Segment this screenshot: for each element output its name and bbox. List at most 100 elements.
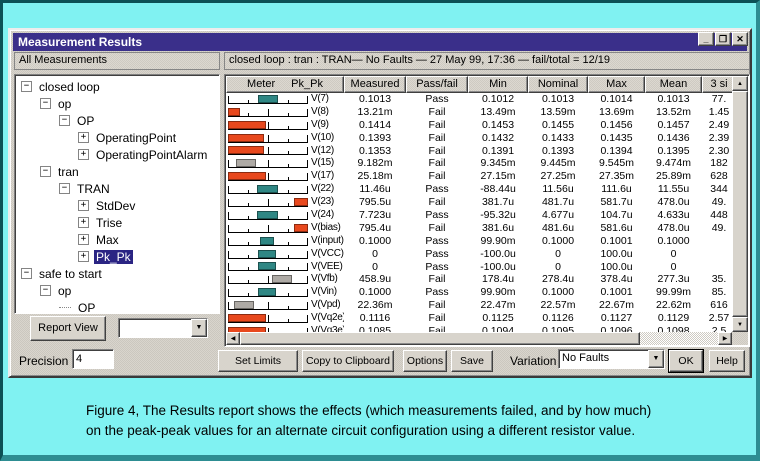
table-rows: V(7)0.1013Pass0.10120.10130.10140.101377… bbox=[226, 93, 736, 332]
table-row[interactable]: V(Vfb)458.9uFail178.4u278.4u378.4u277.3u… bbox=[226, 273, 736, 286]
tree-item-safe-to-start[interactable]: −safe to start bbox=[15, 265, 219, 282]
variation-combo[interactable]: No Faults ▼ bbox=[558, 349, 665, 369]
tree-item-label[interactable]: closed loop bbox=[37, 80, 102, 94]
expand-icon[interactable]: + bbox=[78, 234, 89, 245]
tree-item-label[interactable]: OperatingPoint bbox=[94, 131, 178, 145]
nominal-cell: 0.1393 bbox=[528, 145, 588, 158]
scroll-left-button[interactable]: ◀ bbox=[226, 332, 240, 345]
dropdown-button[interactable]: ▼ bbox=[191, 319, 207, 337]
tree-item-label[interactable]: OperatingPointAlarm bbox=[94, 148, 209, 162]
collapse-icon[interactable]: − bbox=[40, 166, 51, 177]
tree-item-operatingpointalarm[interactable]: + OperatingPointAlarm bbox=[15, 146, 219, 163]
table-row[interactable]: V(bias)795.4uFail381.6u481.6u581.6u478.0… bbox=[226, 222, 736, 235]
title-bar[interactable]: Measurement Results bbox=[13, 33, 747, 51]
expand-icon[interactable]: + bbox=[78, 200, 89, 211]
table-row[interactable]: V(8)13.21mFail13.49m13.59m13.69m13.52m1.… bbox=[226, 106, 736, 119]
minimize-button[interactable]: _ bbox=[698, 32, 714, 46]
collapse-icon[interactable]: − bbox=[59, 183, 70, 194]
set-limits-button[interactable]: Set Limits bbox=[218, 350, 298, 372]
tree-item-label[interactable]: safe to start bbox=[37, 267, 104, 281]
table-row[interactable]: V(17)25.18mFail27.15m27.25m27.35m25.89m6… bbox=[226, 170, 736, 183]
collapse-icon[interactable]: − bbox=[40, 285, 51, 296]
table-row[interactable]: V(12)0.1353Fail0.13910.13930.13940.13952… bbox=[226, 145, 736, 158]
column-header-nominal[interactable]: Nominal bbox=[528, 76, 588, 93]
scroll-right-button[interactable]: ▶ bbox=[718, 332, 732, 345]
tree-item-closed-loop[interactable]: −closed loop bbox=[15, 78, 219, 95]
tree-item-op[interactable]: −op bbox=[15, 282, 219, 299]
table-row[interactable]: V(9)0.1414Fail0.14530.14550.14560.14572.… bbox=[226, 119, 736, 132]
expand-icon[interactable]: + bbox=[78, 217, 89, 228]
scroll-up-button[interactable]: ▲ bbox=[732, 76, 748, 91]
column-header-3sigma[interactable]: 3 si bbox=[702, 76, 736, 93]
options-button[interactable]: Options bbox=[403, 350, 447, 372]
tree-item-stddev[interactable]: + StdDev bbox=[15, 197, 219, 214]
tree-item-label[interactable]: op bbox=[56, 97, 73, 111]
table-row[interactable]: V(VCC)0Pass-100.0u0100.0u0 bbox=[226, 248, 736, 261]
meter-name: V(Vpd) bbox=[311, 299, 340, 312]
tree-item-max[interactable]: + Max bbox=[15, 231, 219, 248]
tree-item-label[interactable]: Pk_Pk bbox=[94, 250, 133, 264]
meter-gauge bbox=[228, 196, 308, 209]
column-header-passfail[interactable]: Pass/fail bbox=[406, 76, 468, 93]
table-row[interactable]: V(24)7.723uPass-95.32u4.677u104.7u4.633u… bbox=[226, 209, 736, 222]
table-row[interactable]: V(Vq3e)0.1085Fail0.10940.10950.10960.109… bbox=[226, 325, 736, 332]
table-row[interactable]: V(Vin)0.1000Pass99.90m0.10000.100199.99m… bbox=[226, 286, 736, 299]
tree-item-label[interactable]: OP bbox=[75, 114, 96, 128]
column-header-min[interactable]: Min bbox=[468, 76, 528, 93]
variation-dropdown-button[interactable]: ▼ bbox=[648, 350, 664, 368]
ok-button[interactable]: OK bbox=[669, 350, 703, 372]
column-header-max[interactable]: Max bbox=[588, 76, 645, 93]
column-header-measured[interactable]: Measured bbox=[344, 76, 406, 93]
tree-item-label[interactable]: StdDev bbox=[94, 199, 137, 213]
copy-to-clipboard-button[interactable]: Copy to Clipboard bbox=[302, 350, 394, 372]
tree-item-pk-pk[interactable]: + Pk_Pk bbox=[15, 248, 219, 265]
horizontal-scroll-track[interactable] bbox=[640, 332, 718, 345]
scroll-down-button[interactable]: ▼ bbox=[732, 317, 748, 332]
collapse-icon[interactable]: − bbox=[59, 115, 70, 126]
tree-item-op[interactable]: OP bbox=[15, 299, 219, 314]
collapse-icon[interactable]: − bbox=[21, 268, 32, 279]
table-row[interactable]: V(22)11.46uPass-88.44u11.56u111.6u11.55u… bbox=[226, 183, 736, 196]
table-row[interactable]: V(VEE)0Pass-100.0u0100.0u0 bbox=[226, 261, 736, 274]
tree-item-label[interactable]: TRAN bbox=[75, 182, 112, 196]
report-view-button[interactable]: Report View bbox=[30, 316, 106, 341]
tree-item-trise[interactable]: + Trise bbox=[15, 214, 219, 231]
table-row[interactable]: V(Vpd)22.36mFail22.47m22.57m22.67m22.62m… bbox=[226, 299, 736, 312]
maximize-button[interactable]: ❐ bbox=[715, 32, 731, 46]
fail-bar-icon bbox=[228, 146, 264, 154]
table-row[interactable]: V(input)0.1000Pass99.90m0.10000.10010.10… bbox=[226, 235, 736, 248]
column-header-meter[interactable]: Meter Pk_Pk bbox=[226, 76, 344, 93]
expand-icon[interactable]: + bbox=[78, 149, 89, 160]
horizontal-scrollbar[interactable]: ◀ ▶ bbox=[226, 332, 732, 345]
help-button[interactable]: Help bbox=[709, 350, 745, 372]
vertical-scroll-thumb[interactable] bbox=[732, 91, 748, 317]
precision-input[interactable]: 4 bbox=[72, 349, 114, 369]
collapse-icon[interactable]: − bbox=[21, 81, 32, 92]
tree-item-label[interactable]: OP bbox=[76, 301, 97, 315]
tree-item-label[interactable]: Max bbox=[94, 233, 121, 247]
save-button[interactable]: Save bbox=[451, 350, 493, 372]
table-row[interactable]: V(7)0.1013Pass0.10120.10130.10140.101377… bbox=[226, 93, 736, 106]
close-button[interactable]: ✕ bbox=[732, 32, 748, 46]
pass-bar-icon bbox=[258, 262, 276, 270]
horizontal-scroll-thumb[interactable] bbox=[240, 332, 640, 345]
tree-item-operatingpoint[interactable]: + OperatingPoint bbox=[15, 129, 219, 146]
tree-item-op[interactable]: −OP bbox=[15, 112, 219, 129]
column-header-mean[interactable]: Mean bbox=[645, 76, 702, 93]
table-row[interactable]: V(23)795.5uFail381.7u481.7u581.7u478.0u4… bbox=[226, 196, 736, 209]
tree-item-label[interactable]: op bbox=[56, 284, 73, 298]
vertical-scrollbar[interactable]: ▲ ▼ bbox=[732, 76, 748, 332]
report-view-combo[interactable]: ▼ bbox=[118, 318, 208, 338]
table-row[interactable]: V(10)0.1393Fail0.14320.14330.14350.14362… bbox=[226, 132, 736, 145]
expand-icon[interactable]: + bbox=[78, 251, 89, 262]
measurements-tree[interactable]: −closed loop−op−OP+OperatingPoint+Operat… bbox=[14, 74, 220, 314]
tree-item-op[interactable]: −op bbox=[15, 95, 219, 112]
tree-item-label[interactable]: Trise bbox=[94, 216, 124, 230]
table-row[interactable]: V(Vq2e)0.1116Fail0.11250.11260.11270.112… bbox=[226, 312, 736, 325]
collapse-icon[interactable]: − bbox=[40, 98, 51, 109]
tree-item-tran[interactable]: −TRAN bbox=[15, 180, 219, 197]
tree-item-label[interactable]: tran bbox=[56, 165, 81, 179]
tree-item-tran[interactable]: −tran bbox=[15, 163, 219, 180]
expand-icon[interactable]: + bbox=[78, 132, 89, 143]
table-row[interactable]: V(15)9.182mFail9.345m9.445m9.545m9.474m1… bbox=[226, 157, 736, 170]
